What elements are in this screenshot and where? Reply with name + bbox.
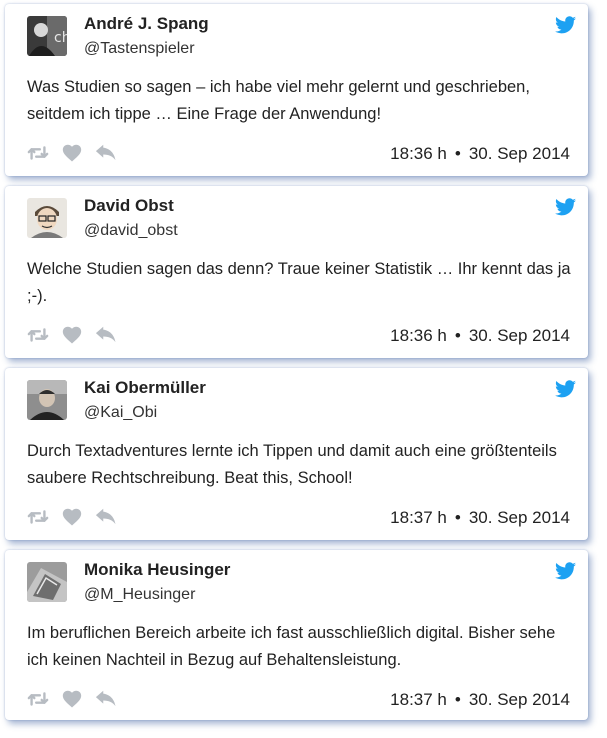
reply-icon[interactable] bbox=[95, 144, 117, 162]
tweet-time: 18:37 h bbox=[390, 690, 447, 709]
tweet-timestamp[interactable]: 18:37 h • 30. Sep 2014 bbox=[390, 508, 570, 528]
twitter-bird-icon[interactable] bbox=[555, 16, 576, 34]
avatar[interactable]: ch bbox=[27, 16, 67, 56]
heart-icon[interactable] bbox=[61, 508, 83, 526]
author-name[interactable]: André J. Spang bbox=[84, 14, 209, 34]
author-handle[interactable]: @M_Heusinger bbox=[84, 586, 195, 604]
tweet-date: 30. Sep 2014 bbox=[468, 508, 570, 527]
tweet-time: 18:37 h bbox=[390, 508, 447, 527]
retweet-icon[interactable] bbox=[27, 690, 49, 708]
author-name[interactable]: Monika Heusinger bbox=[84, 560, 230, 580]
tweet-actions bbox=[27, 143, 129, 163]
retweet-icon[interactable] bbox=[27, 144, 49, 162]
tweet-actions bbox=[27, 325, 129, 345]
tweet-text: Welche Studien sagen das denn? Traue kei… bbox=[27, 260, 571, 305]
heart-icon[interactable] bbox=[61, 690, 83, 708]
tweet-time: 18:36 h bbox=[390, 144, 447, 163]
tweet-card[interactable]: Monika Heusinger @M_Heusinger Im berufli… bbox=[5, 550, 588, 720]
retweet-icon[interactable] bbox=[27, 326, 49, 344]
retweet-icon[interactable] bbox=[27, 508, 49, 526]
tweet-date: 30. Sep 2014 bbox=[468, 326, 570, 345]
author-name[interactable]: Kai Obermüller bbox=[84, 378, 206, 398]
author-handle[interactable]: @Tastenspieler bbox=[84, 40, 195, 58]
avatar[interactable] bbox=[27, 380, 67, 420]
tweet-timestamp[interactable]: 18:37 h • 30. Sep 2014 bbox=[390, 690, 570, 710]
tweet-card[interactable]: Kai Obermüller @Kai_Obi Durch Textadvent… bbox=[5, 368, 588, 540]
avatar[interactable] bbox=[27, 198, 67, 238]
tweet-card[interactable]: ch André J. Spang @Tastenspieler Was Stu… bbox=[5, 4, 588, 176]
twitter-bird-icon[interactable] bbox=[555, 198, 576, 216]
twitter-bird-icon[interactable] bbox=[555, 562, 576, 580]
tweet-date: 30. Sep 2014 bbox=[468, 690, 570, 709]
tweet-actions bbox=[27, 689, 129, 709]
heart-icon[interactable] bbox=[61, 326, 83, 344]
tweet-date: 30. Sep 2014 bbox=[468, 144, 570, 163]
avatar[interactable] bbox=[27, 562, 67, 602]
separator-dot: • bbox=[454, 326, 461, 345]
author-name[interactable]: David Obst bbox=[84, 196, 174, 216]
reply-icon[interactable] bbox=[95, 690, 117, 708]
heart-icon[interactable] bbox=[61, 144, 83, 162]
separator-dot: • bbox=[454, 690, 461, 709]
separator-dot: • bbox=[454, 144, 461, 163]
tweet-feed: ch André J. Spang @Tastenspieler Was Stu… bbox=[0, 0, 607, 738]
tweet-timestamp[interactable]: 18:36 h • 30. Sep 2014 bbox=[390, 326, 570, 346]
tweet-text: Durch Textadventures lernte ich Tippen u… bbox=[27, 442, 557, 487]
tweet-text: Was Studien so sagen – ich habe viel meh… bbox=[27, 78, 530, 123]
tweet-card[interactable]: David Obst @david_obst Welche Studien sa… bbox=[5, 186, 588, 358]
tweet-text: Im beruflichen Bereich arbeite ich fast … bbox=[27, 624, 556, 669]
twitter-bird-icon[interactable] bbox=[555, 380, 576, 398]
separator-dot: • bbox=[454, 508, 461, 527]
author-handle[interactable]: @david_obst bbox=[84, 222, 178, 240]
author-handle[interactable]: @Kai_Obi bbox=[84, 404, 157, 422]
reply-icon[interactable] bbox=[95, 326, 117, 344]
tweet-timestamp[interactable]: 18:36 h • 30. Sep 2014 bbox=[390, 144, 570, 164]
reply-icon[interactable] bbox=[95, 508, 117, 526]
svg-text:ch: ch bbox=[54, 30, 67, 46]
tweet-actions bbox=[27, 507, 129, 527]
tweet-time: 18:36 h bbox=[390, 326, 447, 345]
